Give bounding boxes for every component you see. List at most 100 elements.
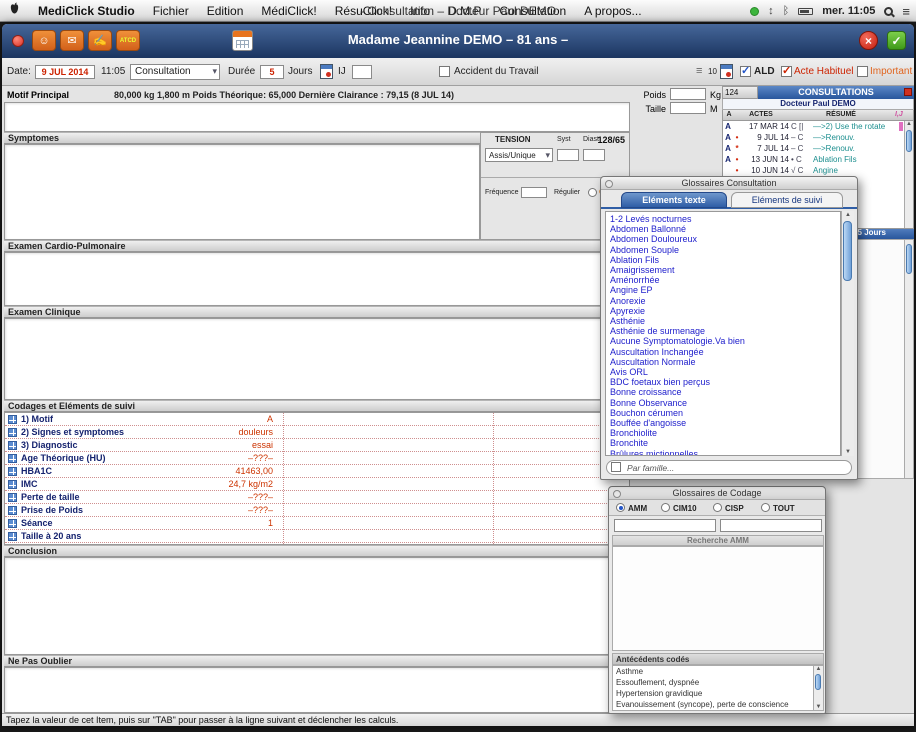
table-row[interactable]: 1) MotifA — [5, 413, 629, 426]
scroll-up-icon[interactable]: ▲ — [814, 666, 823, 672]
scrollbar-thumb[interactable] — [906, 130, 912, 152]
par-famille-checkbox[interactable] — [611, 462, 621, 472]
antecedent-item[interactable]: Asthme — [613, 666, 823, 677]
codage-search-field-1[interactable] — [614, 519, 716, 532]
table-row[interactable]: Age Théorique (HU)–???– — [5, 452, 629, 465]
updown-icon[interactable]: ↕ — [768, 5, 774, 17]
item-value[interactable]: –???– — [169, 492, 273, 502]
glossary-item[interactable]: Bonne croissance — [610, 387, 840, 397]
glossary-scrollbar[interactable]: ▲ ▼ — [841, 211, 854, 456]
tout-radio[interactable] — [761, 503, 770, 512]
ald-checkbox[interactable] — [740, 66, 751, 77]
examen-clinique-textarea[interactable] — [4, 318, 630, 400]
table-row[interactable]: Séance1 — [5, 517, 629, 530]
poids-field[interactable] — [670, 88, 706, 100]
antecedent-item[interactable]: Hypertension gravidique — [613, 688, 823, 699]
ne-pas-oublier-textarea[interactable] — [4, 667, 630, 713]
consultations-column-header[interactable]: A ACTES RÉSUMÉ I,J — [722, 110, 914, 121]
scroll-up-icon[interactable]: ▲ — [842, 212, 854, 218]
glossary-item[interactable]: Avis ORL — [610, 367, 840, 377]
tension-position-select[interactable]: Assis/Unique — [485, 148, 553, 162]
table-row[interactable]: Perte de taille–???– — [5, 491, 629, 504]
consultation-row[interactable]: A*7 JUL 14– C—>Renouv. — [723, 143, 913, 154]
table-row[interactable]: IMC24,7 kg/m2 — [5, 478, 629, 491]
duree-field[interactable]: 5 — [260, 65, 284, 79]
sync-status-icon[interactable] — [750, 7, 759, 16]
item-value[interactable]: –???– — [169, 505, 273, 515]
glossary-item[interactable]: Auscultation Normale — [610, 357, 840, 367]
item-value[interactable]: 24,7 kg/m2 — [169, 479, 273, 489]
item-value[interactable]: 41463,00 — [169, 466, 273, 476]
date-field[interactable]: 9 JUL 2014 — [35, 65, 95, 79]
item-value[interactable]: A — [169, 414, 273, 424]
acte-habituel-checkbox[interactable] — [781, 66, 792, 77]
glossary-item[interactable]: Abdomen Ballonné — [610, 224, 840, 234]
item-value[interactable]: 1 — [169, 518, 273, 528]
palette-close-icon[interactable] — [605, 180, 613, 188]
glossary-item[interactable]: Asthénie de surmenage — [610, 326, 840, 336]
table-row[interactable]: Taille à 20 ans — [5, 530, 629, 543]
menu-edition[interactable]: Edition — [198, 0, 253, 22]
accident-travail-checkbox[interactable] — [439, 66, 450, 77]
item-value[interactable]: essai — [169, 440, 273, 450]
amm-radio[interactable] — [616, 503, 625, 512]
consultation-row[interactable]: A17 MAR 14C [|—>2) Use the rotate — [723, 121, 913, 132]
glossary-item[interactable]: Brûlures mictionnelles — [610, 449, 840, 456]
consultation-row[interactable]: •10 JUN 14√ CAngine — [723, 165, 913, 176]
cim10-radio[interactable] — [661, 503, 670, 512]
scrollbar-thumb[interactable] — [906, 244, 912, 274]
consultations-close-icon[interactable] — [904, 88, 912, 96]
cancel-consultation-button[interactable]: × — [859, 31, 878, 50]
glossary-item[interactable]: Aménorrhée — [610, 275, 840, 285]
menu-apropos[interactable]: A propos... — [575, 0, 650, 22]
frequence-field[interactable] — [521, 187, 547, 198]
glossaires-consultation-titlebar[interactable]: Glossaires Consultation — [601, 177, 857, 190]
cisp-radio[interactable] — [713, 503, 722, 512]
item-value[interactable]: douleurs — [169, 427, 273, 437]
tab-elements-suivi[interactable]: Eléments de suivi — [731, 192, 843, 208]
glossary-item[interactable]: Abdomen Souple — [610, 245, 840, 255]
ij-document-icon[interactable] — [320, 64, 333, 79]
scrollbar-thumb[interactable] — [843, 221, 852, 281]
antecedents-scrollbar[interactable]: ▲ ▼ — [813, 666, 823, 710]
glossary-item[interactable]: Auscultation Inchangée — [610, 347, 840, 357]
menubar-clock[interactable]: mer. 11:05 — [822, 5, 875, 17]
glossaires-codage-titlebar[interactable]: Glossaires de Codage — [609, 487, 825, 500]
scroll-down-icon[interactable]: ▼ — [842, 449, 854, 455]
scrollbar-thumb[interactable] — [815, 674, 821, 690]
consultation-row[interactable]: A•9 JUL 14– C—>Renouv. — [723, 132, 913, 143]
glossary-item[interactable]: Anorexie — [610, 296, 840, 306]
motif-principal-textarea[interactable] — [4, 102, 630, 132]
glossary-item[interactable]: Bouchon cérumen — [610, 408, 840, 418]
taille-field[interactable] — [670, 102, 706, 114]
examen-cardio-textarea[interactable] — [4, 252, 630, 306]
battery-icon[interactable] — [798, 8, 813, 15]
glossary-item[interactable]: Bronchiolite — [610, 428, 840, 438]
glossary-item[interactable]: Bronchite — [610, 438, 840, 448]
menu-app[interactable]: MediClick Studio — [29, 0, 144, 22]
item-value[interactable]: –???– — [169, 453, 273, 463]
consultations-scrollbar[interactable]: ▲ — [904, 121, 913, 229]
menu-mediclick[interactable]: MédiClick! — [252, 0, 325, 22]
tab-elements-texte[interactable]: Eléments texte — [621, 192, 727, 208]
recherche-amm-results[interactable] — [612, 546, 824, 651]
window-titlebar[interactable]: ☺ ✉ ✍ ATCD Madame Jeannine DEMO – 81 ans… — [2, 24, 914, 58]
syst-field[interactable] — [557, 149, 579, 161]
glossary-item[interactable]: Asthénie — [610, 316, 840, 326]
bluetooth-icon[interactable]: ᛒ — [783, 5, 790, 17]
notification-center-icon[interactable]: ≡ — [902, 4, 910, 19]
validate-consultation-button[interactable]: ✓ — [887, 31, 906, 50]
antecedent-item[interactable]: Essouflement, dyspnée — [613, 677, 823, 688]
palette-close-icon[interactable] — [613, 490, 621, 498]
side-panel-scrollbar[interactable] — [904, 240, 913, 478]
antecedent-item[interactable]: Evanouissement (syncope), perte de consc… — [613, 699, 823, 710]
visit-type-select[interactable]: Consultation — [130, 64, 220, 80]
symptomes-textarea[interactable] — [4, 144, 480, 240]
glossary-item[interactable]: 1-2 Levés nocturnes — [610, 214, 840, 224]
glossary-item[interactable]: Ablation Fils — [610, 255, 840, 265]
glossary-item[interactable]: Bonne Observance — [610, 398, 840, 408]
glossary-item[interactable]: Amaigrissement — [610, 265, 840, 275]
codage-search-field-2[interactable] — [720, 519, 822, 532]
glossary-item[interactable]: Apyrexie — [610, 306, 840, 316]
table-row[interactable]: Prise de Poids–???– — [5, 504, 629, 517]
